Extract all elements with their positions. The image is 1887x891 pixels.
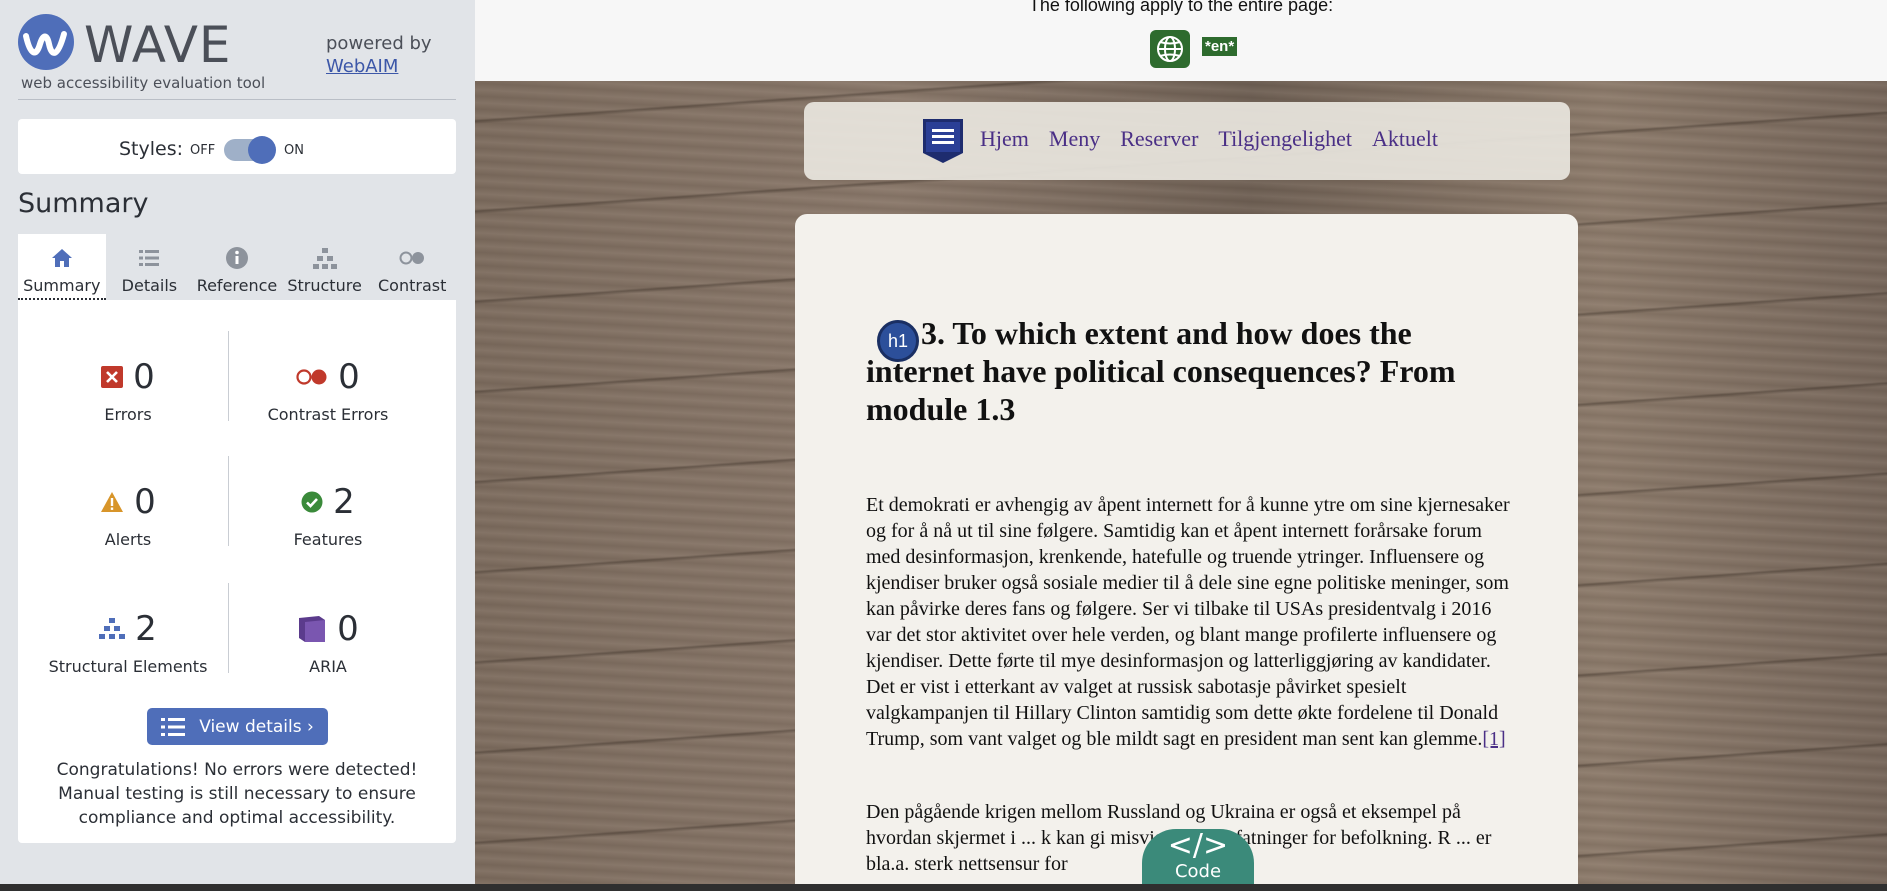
view-details-button[interactable]: View details ›: [147, 708, 328, 745]
stat-features[interactable]: 2 Features: [228, 480, 428, 549]
aria-label: ARIA: [309, 657, 347, 676]
page-level-icons-bar: The following apply to the entire page: …: [475, 0, 1887, 81]
language-tag[interactable]: *en*: [1202, 37, 1238, 56]
styles-label: Styles:: [119, 138, 184, 160]
evaluated-website: Hjem Meny Reserver Tilgjengelighet Aktue…: [475, 81, 1887, 884]
article-heading: 3. To which extent and how does the inte…: [866, 315, 1456, 427]
paragraph-1-text: Et demokrati er avhengig av åpent intern…: [866, 494, 1510, 750]
errors-label: Errors: [104, 405, 152, 424]
list-icon: [139, 250, 160, 266]
structural-label: Structural Elements: [48, 657, 208, 676]
features-label: Features: [293, 530, 363, 549]
stat-errors[interactable]: 0 Errors: [28, 355, 228, 424]
webaim-link[interactable]: WebAIM: [326, 55, 432, 78]
contrast-errors-label: Contrast Errors: [267, 405, 389, 424]
tab-label: Contrast: [377, 276, 447, 295]
wave-logo-text: WAVE: [84, 16, 232, 74]
styles-off-label: OFF: [190, 143, 216, 158]
tab-label: Details: [121, 276, 178, 295]
nav-link-reserver[interactable]: Reserver: [1120, 126, 1198, 152]
structural-count: 2: [135, 609, 157, 649]
error-icon: [101, 366, 124, 388]
nav-link-hjem[interactable]: Hjem: [980, 126, 1029, 152]
alerts-label: Alerts: [104, 530, 152, 549]
alert-icon: [101, 492, 124, 512]
site-logo-icon[interactable]: [920, 117, 966, 165]
list-icon: [161, 717, 186, 736]
wave-sidebar: WAVE web accessibility evaluation tool p…: [0, 0, 475, 884]
tab-structure[interactable]: Structure: [281, 234, 369, 300]
info-icon: [225, 247, 248, 269]
stat-structural-elements[interactable]: 2 Structural Elements: [28, 607, 228, 676]
code-icon: </>: [1167, 828, 1229, 863]
aria-icon: [299, 616, 326, 642]
h1-marker-icon[interactable]: h1: [877, 320, 919, 362]
panel-tabs: Summary Details Reference Structure Cont…: [18, 234, 456, 300]
congrats-message: Congratulations! No errors were detected…: [56, 760, 418, 828]
site-nav-links: Hjem Meny Reserver Tilgjengelighet Aktue…: [980, 126, 1438, 152]
site-nav-bar: Hjem Meny Reserver Tilgjengelighet Aktue…: [804, 102, 1570, 180]
structure-icon: [99, 618, 126, 639]
summary-panel: Summary Details Reference Structure Cont…: [18, 234, 456, 843]
article-paragraph-1: Et demokrati er avhengig av åpent intern…: [866, 492, 1516, 752]
feature-check-icon: [301, 491, 323, 513]
tab-contrast[interactable]: Contrast: [368, 234, 456, 300]
wave-brand: WAVE web accessibility evaluation tool p…: [18, 14, 456, 100]
powered-by: powered by WebAIM: [326, 32, 432, 78]
nav-link-tilgjengelighet[interactable]: Tilgjengelighet: [1218, 126, 1352, 152]
stat-contrast-errors[interactable]: 0 Contrast Errors: [228, 355, 428, 424]
stat-alerts[interactable]: 0 Alerts: [28, 480, 228, 549]
hierarchy-icon: [312, 248, 337, 269]
code-toggle-button[interactable]: </> Code: [1142, 829, 1254, 884]
code-label: Code: [1174, 861, 1222, 882]
view-details-label: View details ›: [199, 716, 314, 737]
powered-by-label: powered by: [326, 33, 432, 54]
features-count: 2: [333, 482, 355, 522]
stat-aria[interactable]: 0 ARIA: [228, 607, 428, 676]
tab-label: Summary: [23, 276, 101, 295]
window-bottom-edge: [0, 884, 1887, 891]
nav-link-meny[interactable]: Meny: [1049, 126, 1100, 152]
tab-reference[interactable]: Reference: [193, 234, 281, 300]
tab-label: Reference: [196, 276, 278, 295]
contrast-error-icon: [296, 369, 327, 385]
wave-tagline: web accessibility evaluation tool: [21, 74, 266, 92]
page-apply-text: The following apply to the entire page:: [1028, 0, 1334, 15]
nav-link-aktuelt[interactable]: Aktuelt: [1372, 126, 1438, 152]
summary-heading: Summary: [18, 188, 149, 219]
article-card: 3. To which extent and how does the inte…: [795, 214, 1578, 884]
wave-logo-icon[interactable]: [18, 14, 74, 70]
tab-summary[interactable]: Summary: [18, 234, 106, 300]
contrast-errors-count: 0: [338, 357, 360, 397]
alerts-count: 0: [134, 482, 156, 522]
styles-on-label: ON: [284, 143, 304, 158]
contrast-icon: [399, 251, 425, 265]
tab-details[interactable]: Details: [106, 234, 194, 300]
footnote-link[interactable]: [1]: [1482, 728, 1505, 750]
tab-label: Structure: [287, 276, 362, 295]
aria-count: 0: [337, 609, 359, 649]
styles-toggle-switch[interactable]: [224, 136, 276, 164]
toggle-knob: [248, 136, 276, 164]
errors-count: 0: [133, 357, 155, 397]
globe-language-icon[interactable]: [1150, 30, 1190, 68]
home-icon: [51, 249, 72, 267]
styles-toggle-box: Styles: OFF ON: [18, 119, 456, 174]
